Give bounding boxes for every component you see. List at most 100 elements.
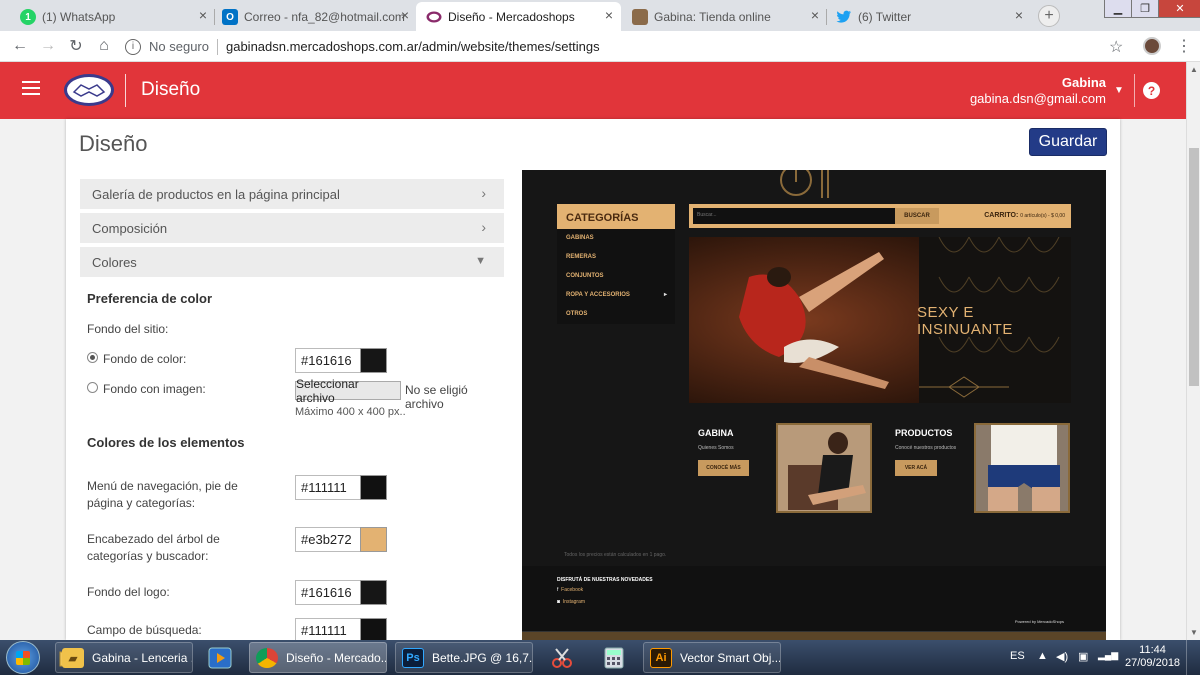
bg-image-radio[interactable] bbox=[87, 382, 98, 393]
folder-icon: ▰ bbox=[62, 648, 84, 668]
nav-footer-color-swatch[interactable] bbox=[360, 475, 387, 500]
close-tab-icon[interactable]: × bbox=[811, 7, 819, 23]
tab-gabina-store[interactable]: Gabina: Tienda online × bbox=[622, 2, 827, 31]
taskbar-item-folder[interactable]: ▰ Gabina - Lenceria ... bbox=[55, 642, 193, 673]
preview-search-button[interactable]: BUSCAR bbox=[895, 208, 939, 224]
logo-bg-color-swatch[interactable] bbox=[360, 580, 387, 605]
page-scrollbar[interactable]: ▲ ▼ bbox=[1186, 62, 1200, 640]
back-arrow-icon[interactable]: ← bbox=[10, 36, 30, 56]
page-title: Diseño bbox=[79, 131, 148, 156]
tile-thumbnail-image[interactable] bbox=[776, 423, 872, 513]
preview-cart[interactable]: CARRITO: 0 artículo(s) - $ 0,00 bbox=[984, 212, 1065, 219]
search-field-color-input[interactable]: #111111 bbox=[295, 618, 361, 640]
user-email: gabina.dsn@gmail.com bbox=[969, 91, 1106, 106]
bg-color-swatch[interactable] bbox=[360, 348, 387, 373]
calculator-icon[interactable] bbox=[590, 642, 638, 673]
accordion-label: Composición bbox=[92, 220, 168, 236]
save-button[interactable]: Guardar bbox=[1029, 128, 1107, 156]
close-window-button[interactable]: ✕ bbox=[1158, 0, 1200, 18]
preview-category-item[interactable]: CONJUNTOS bbox=[557, 267, 675, 286]
preview-instagram-link[interactable]: ◙ Instagram bbox=[557, 599, 585, 605]
bg-color-input[interactable]: #161616 bbox=[295, 348, 361, 373]
caret-right-icon: ▸ bbox=[663, 292, 667, 298]
preview-category-label: ROPA Y ACCESORIOS bbox=[566, 292, 630, 298]
taskbar-item-label: Vector Smart Obj... bbox=[680, 650, 781, 665]
mercadoshops-logo[interactable] bbox=[64, 74, 114, 106]
bookmark-star-icon[interactable]: ☆ bbox=[1109, 37, 1123, 57]
user-account-menu[interactable]: Gabina gabina.dsn@gmail.com bbox=[970, 75, 1106, 107]
preview-category-item[interactable]: GABINAS bbox=[557, 229, 675, 248]
windows-start-button[interactable] bbox=[6, 641, 40, 674]
home-icon[interactable]: ⌂ bbox=[94, 36, 114, 56]
tile-title: PRODUCTOS bbox=[895, 428, 953, 438]
preview-hero-banner[interactable]: SEXY E INSINUANTE bbox=[689, 237, 1071, 403]
media-player-icon[interactable] bbox=[196, 642, 244, 673]
photoshop-icon: Ps bbox=[402, 648, 424, 668]
windows-taskbar: ▰ Gabina - Lenceria ... Diseño - Mercado… bbox=[0, 640, 1200, 675]
preview-footer: DISFRUTÁ DE NUESTRAS NOVEDADES f Faceboo… bbox=[522, 566, 1106, 632]
preview-search-input[interactable]: Buscar... bbox=[693, 208, 895, 224]
signal-bars-icon[interactable]: ▂▄▆ bbox=[1098, 650, 1118, 661]
close-tab-icon[interactable]: × bbox=[199, 7, 207, 23]
tab-title: Diseño - Mercadoshops bbox=[448, 9, 575, 24]
taskbar-item-label: Gabina - Lenceria ... bbox=[92, 650, 193, 665]
scroll-down-arrow-icon[interactable]: ▼ bbox=[1190, 628, 1198, 637]
tile-more-button[interactable]: VER ACÁ bbox=[895, 460, 937, 476]
hamburger-menu-icon[interactable] bbox=[22, 81, 40, 95]
network-icon[interactable]: ▣ bbox=[1078, 650, 1088, 663]
element-colors-title: Colores de los elementos bbox=[87, 435, 245, 450]
info-icon[interactable]: i bbox=[125, 38, 141, 55]
caret-down-icon[interactable]: ▼ bbox=[1114, 85, 1124, 96]
tile-title: GABINA bbox=[698, 428, 734, 438]
address-divider bbox=[216, 38, 218, 55]
volume-icon[interactable]: ◀) bbox=[1056, 650, 1068, 663]
search-field-color-swatch[interactable] bbox=[360, 618, 387, 640]
tile-more-button[interactable]: CONOCÉ MÁS bbox=[698, 460, 749, 476]
preview-facebook-link[interactable]: f Facebook bbox=[557, 587, 583, 593]
accordion-colors[interactable]: Colores ▼ bbox=[80, 247, 504, 277]
accordion-gallery[interactable]: Galería de productos en la página princi… bbox=[80, 179, 504, 209]
close-tab-icon[interactable]: × bbox=[605, 7, 613, 23]
tab-mercadoshops[interactable]: Diseño - Mercadoshops × bbox=[416, 2, 621, 31]
nav-footer-color-input[interactable]: #111111 bbox=[295, 475, 361, 500]
accordion-composition[interactable]: Composición › bbox=[80, 213, 504, 243]
bg-color-radio[interactable] bbox=[87, 352, 98, 363]
select-file-button[interactable]: Seleccionar archivo bbox=[295, 377, 401, 405]
element-color-label: Menú de navegación, pie de página y cate… bbox=[87, 479, 238, 510]
snipping-tool-icon[interactable] bbox=[538, 642, 586, 673]
address-bar[interactable]: i No seguro gabinadsn.mercadoshops.com.a… bbox=[125, 35, 1135, 58]
twitter-icon bbox=[836, 9, 852, 25]
category-header-color-input[interactable]: #e3b272 bbox=[295, 527, 361, 552]
scroll-up-arrow-icon[interactable]: ▲ bbox=[1190, 65, 1198, 74]
tile-thumbnail-image[interactable] bbox=[974, 423, 1070, 513]
taskbar-item-photoshop[interactable]: Ps Bette.JPG @ 16,7... bbox=[395, 642, 533, 673]
show-hidden-icons-icon[interactable]: ▲ bbox=[1037, 650, 1048, 662]
close-tab-icon[interactable]: × bbox=[401, 7, 409, 23]
preview-category-item[interactable]: ROPA Y ACCESORIOS ▸ bbox=[557, 286, 675, 305]
menu-kebab-icon[interactable]: ⋮ bbox=[1176, 36, 1192, 56]
reload-icon[interactable]: ↻ bbox=[66, 36, 86, 56]
new-tab-button[interactable]: + bbox=[1038, 5, 1060, 27]
category-header-color-swatch[interactable] bbox=[360, 527, 387, 552]
url-text[interactable]: gabinadsn.mercadoshops.com.ar/admin/webs… bbox=[226, 39, 600, 54]
minimize-window-button[interactable]: ▁ bbox=[1104, 0, 1132, 18]
close-tab-icon[interactable]: × bbox=[1015, 7, 1023, 23]
logo-bg-color-input[interactable]: #161616 bbox=[295, 580, 361, 605]
language-indicator[interactable]: ES bbox=[1010, 650, 1025, 662]
tab-whatsapp[interactable]: 1 (1) WhatsApp × bbox=[10, 2, 215, 31]
help-icon[interactable]: ? bbox=[1143, 82, 1160, 99]
profile-avatar[interactable] bbox=[1143, 37, 1161, 55]
header-divider bbox=[125, 74, 126, 107]
taskbar-item-chrome[interactable]: Diseño - Mercado... bbox=[249, 642, 387, 673]
forward-arrow-icon[interactable]: → bbox=[38, 36, 58, 56]
show-desktop-button[interactable] bbox=[1186, 640, 1200, 675]
tab-twitter[interactable]: (6) Twitter × bbox=[826, 2, 1031, 31]
maximize-window-button[interactable]: ❐ bbox=[1131, 0, 1159, 18]
scrollbar-thumb[interactable] bbox=[1189, 148, 1199, 386]
preview-category-item[interactable]: OTROS bbox=[557, 305, 675, 324]
system-clock[interactable]: 11:44 27/09/2018 bbox=[1125, 644, 1180, 670]
outlook-icon: O bbox=[222, 9, 238, 25]
preview-category-item[interactable]: REMERAS bbox=[557, 248, 675, 267]
tab-outlook[interactable]: O Correo - nfa_82@hotmail.com × bbox=[212, 2, 417, 31]
taskbar-item-illustrator[interactable]: Ai Vector Smart Obj... bbox=[643, 642, 781, 673]
